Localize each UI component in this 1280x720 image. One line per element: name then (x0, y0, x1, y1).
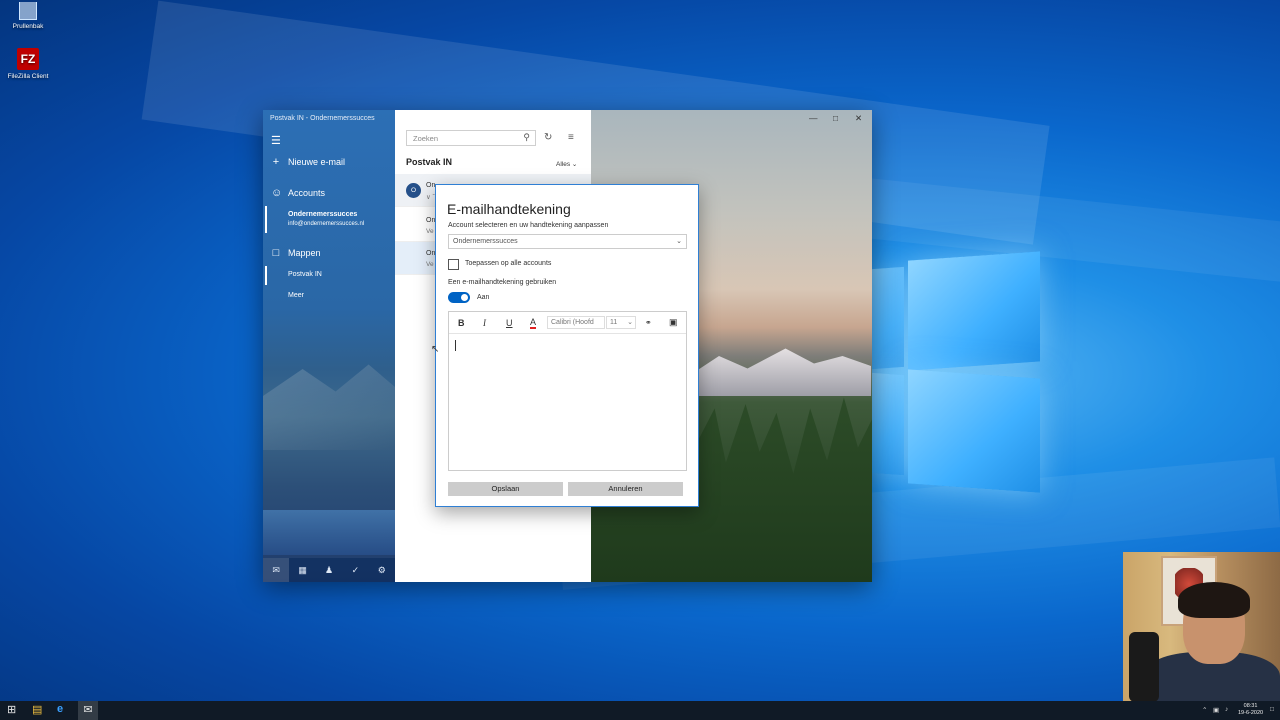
volume-icon[interactable]: ♪ (1225, 706, 1228, 713)
desktop-icon-label: FileZilla Client (7, 73, 49, 80)
maximize-icon[interactable]: □ (833, 113, 838, 123)
message-sender: On (426, 217, 436, 224)
dialog-subtitle: Account selecteren en uw handtekening aa… (448, 222, 609, 229)
signature-toggle[interactable] (448, 292, 470, 303)
filezilla-icon: FZ (17, 48, 39, 70)
clock[interactable]: 08:31 19-6-2020 (1238, 703, 1263, 717)
start-icon[interactable]: ⊞ (7, 703, 16, 716)
accounts-button[interactable]: ☺ Accounts (271, 187, 325, 199)
apply-all-label: Toepassen op alle accounts (465, 260, 552, 267)
new-mail-label: Nieuwe e-mail (288, 157, 346, 167)
toggle-knob (461, 294, 468, 301)
apply-all-checkbox[interactable] (448, 259, 459, 270)
plus-icon: + (272, 156, 280, 168)
search-input[interactable]: Zoeken ⚲ (406, 130, 536, 146)
clock-time: 08:31 (1243, 703, 1258, 709)
recycle-bin-icon (19, 2, 37, 20)
chevron-down-icon: ⌄ (571, 161, 578, 168)
toggle-state-label: Aan (477, 294, 490, 301)
app-switcher-bar: ✉ ▦ ♟ ✓ ⚙ (263, 558, 395, 582)
inbox-title: Postvak IN (406, 157, 453, 167)
font-size-select[interactable]: 11 ⌄ (606, 316, 636, 329)
file-explorer-icon[interactable]: ▤ (32, 703, 42, 716)
selection-indicator (265, 266, 267, 285)
avatar: O (406, 183, 421, 198)
clock-date: 19-6-2020 (1238, 710, 1264, 716)
minimize-icon[interactable]: — (809, 113, 818, 123)
network-icon[interactable]: ▣ (1213, 706, 1219, 714)
dialog-title: E-mailhandtekening (447, 201, 571, 217)
filter-label: Alles (556, 161, 571, 168)
window-title: Postvak IN - Ondernemerssucces (270, 115, 375, 122)
search-icon[interactable]: ⚲ (523, 132, 530, 143)
settings-icon[interactable]: ⚙ (369, 565, 395, 576)
message-preview: Ve (426, 228, 434, 235)
folders-label: Mappen (288, 248, 321, 258)
taskbar: ⊞ ▤ e ✉ ⌃ ▣ ♪ 08:31 19-6-2020 □ (0, 701, 1280, 720)
desktop-icon-label: Prullenbak (12, 23, 44, 30)
desktop-icon-recycle-bin[interactable]: Prullenbak (0, 0, 56, 30)
accounts-label: Accounts (288, 188, 326, 198)
webcam-overlay (1123, 552, 1280, 701)
mail-nav-pane: Postvak IN - Ondernemerssucces ☰ + Nieuw… (263, 110, 395, 582)
people-icon[interactable]: ♟ (316, 565, 342, 576)
font-color-button[interactable]: A (530, 318, 537, 329)
cancel-button[interactable]: Annuleren (568, 482, 683, 496)
underline-button[interactable]: U (506, 318, 513, 328)
message-sender: On (426, 250, 436, 257)
signature-dialog: E-mailhandtekening Account selecteren en… (435, 184, 699, 507)
account-select-value: Ondernemerssucces (453, 238, 518, 245)
signature-editor[interactable]: B I U A Calibri (Hoofd 11 ⌄ ⚭ ▣ (448, 311, 687, 471)
select-mode-icon[interactable]: ≡ (568, 132, 574, 143)
message-sender: On (426, 182, 436, 189)
format-toolbar: B I U A Calibri (Hoofd 11 ⌄ ⚭ ▣ (449, 312, 686, 334)
chevron-down-icon: ⌄ (627, 319, 633, 326)
edge-icon[interactable]: e (57, 703, 63, 715)
account-email[interactable]: info@ondernemerssucces.nl (288, 221, 364, 227)
sync-icon[interactable]: ↻ (544, 132, 552, 143)
search-placeholder: Zoeken (413, 134, 439, 143)
windows-logo (872, 250, 1042, 493)
folder-more[interactable]: Meer (288, 292, 304, 299)
message-preview: Ve (426, 261, 434, 268)
italic-button[interactable]: I (483, 318, 486, 328)
image-icon[interactable]: ▣ (669, 317, 678, 328)
font-family-value: Calibri (Hoofd (551, 319, 594, 326)
close-icon[interactable]: ✕ (855, 113, 862, 124)
mouse-cursor: ↖ (431, 344, 440, 355)
desktop-icon-filezilla[interactable]: FZ FileZilla Client (0, 48, 56, 80)
message-preview: ∨ ˇ (426, 194, 435, 201)
account-select[interactable]: Ondernemerssucces ⌄ (448, 234, 687, 249)
mail-taskbar-icon[interactable]: ✉ (78, 701, 98, 720)
bold-button[interactable]: B (458, 318, 465, 328)
mail-icon[interactable]: ✉ (263, 558, 290, 582)
folders-button[interactable]: □ Mappen (271, 247, 321, 259)
font-family-select[interactable]: Calibri (Hoofd (547, 316, 605, 329)
save-button[interactable]: Opslaan (448, 482, 563, 496)
new-mail-button[interactable]: + Nieuwe e-mail (271, 156, 345, 168)
folder-icon: □ (272, 247, 280, 259)
chevron-down-icon: ⌄ (676, 238, 682, 245)
font-size-value: 11 (610, 319, 618, 326)
person-icon: ☺ (271, 187, 283, 199)
tray-chevron-icon[interactable]: ⌃ (1202, 706, 1207, 714)
text-cursor (455, 340, 456, 351)
calendar-icon[interactable]: ▦ (289, 565, 315, 576)
selection-indicator (265, 206, 267, 233)
todo-icon[interactable]: ✓ (342, 565, 368, 576)
filter-dropdown[interactable]: Alles ⌄ (556, 160, 577, 168)
account-name[interactable]: Ondernemerssucces (288, 211, 357, 218)
hamburger-menu-icon[interactable]: ☰ (271, 134, 281, 147)
notifications-icon[interactable]: □ (1270, 706, 1274, 713)
folder-inbox[interactable]: Postvak IN (288, 271, 322, 278)
link-icon[interactable]: ⚭ (645, 318, 652, 327)
use-signature-label: Een e-mailhandtekening gebruiken (448, 279, 557, 286)
